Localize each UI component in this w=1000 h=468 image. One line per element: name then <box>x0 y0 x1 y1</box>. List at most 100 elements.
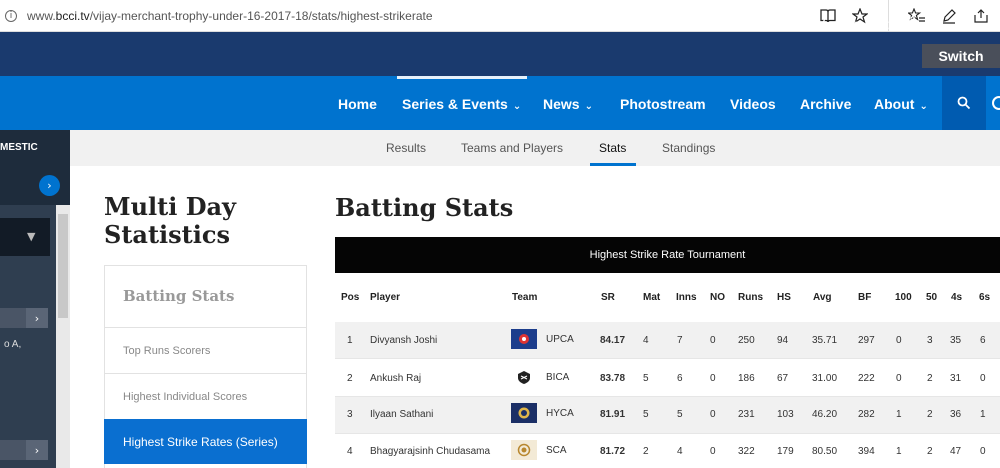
chevron-right-icon: › <box>34 311 40 325</box>
cell-100: 0 <box>896 335 902 346</box>
col-bf[interactable]: BF <box>858 292 871 303</box>
nav-archive[interactable]: Archive <box>800 96 851 112</box>
col-mat[interactable]: Mat <box>643 292 660 303</box>
cell-100: 0 <box>896 373 902 384</box>
team-logo-icon <box>511 440 537 460</box>
sidebar-item-arrow[interactable]: › <box>26 440 48 460</box>
cell-avg: 31.00 <box>812 373 838 384</box>
col-sr[interactable]: SR <box>601 292 615 303</box>
col-4s[interactable]: 4s <box>951 292 962 303</box>
notes-pen-icon[interactable] <box>933 0 965 32</box>
cell-runs: 186 <box>738 373 755 384</box>
sidebar-scrollbar-thumb[interactable] <box>58 214 68 318</box>
cell-team: SCA <box>546 445 567 456</box>
table-banner: Highest Strike Rate Tournament <box>335 237 1000 273</box>
tab-stats[interactable]: Stats <box>599 141 626 155</box>
cell-6s: 0 <box>980 373 986 384</box>
cell-4s: 47 <box>950 446 962 457</box>
cell-50: 3 <box>927 335 933 346</box>
cell-no: 0 <box>710 373 716 384</box>
side-link-highest-scores[interactable]: Highest Individual Scores <box>123 391 247 403</box>
cell-mat: 4 <box>643 335 649 346</box>
col-runs[interactable]: Runs <box>738 292 763 303</box>
cell-no: 0 <box>710 409 716 420</box>
col-player[interactable]: Player <box>370 292 400 303</box>
cell-hs: 67 <box>777 373 789 384</box>
menu-divider <box>105 327 307 328</box>
menu-divider <box>105 373 307 374</box>
cell-inns: 5 <box>677 409 683 420</box>
cell-inns: 6 <box>677 373 683 384</box>
nav-news[interactable]: News ⌄ <box>543 96 593 112</box>
cell-player[interactable]: Bhagyarajsinh Chudasama <box>370 446 490 457</box>
col-hs[interactable]: HS <box>777 292 791 303</box>
cell-pos: 3 <box>347 409 353 420</box>
sidebar-snippet: o A, <box>4 339 22 350</box>
nav-home[interactable]: Home <box>338 96 377 112</box>
team-logo-icon <box>511 367 537 387</box>
sidebar-next-button[interactable]: › <box>39 175 60 196</box>
tab-teams-and-players[interactable]: Teams and Players <box>461 141 563 155</box>
cell-6s: 1 <box>980 409 986 420</box>
cell-player[interactable]: Ilyaan Sathani <box>370 409 433 420</box>
nav-photostream[interactable]: Photostream <box>620 96 706 112</box>
col-50[interactable]: 50 <box>926 292 937 303</box>
language-name: हिंदी <box>895 17 918 33</box>
cell-avg: 80.50 <box>812 446 838 457</box>
cell-50: 2 <box>927 446 933 457</box>
nav-active-indicator <box>397 76 527 79</box>
nav-about[interactable]: About ⌄ <box>874 96 928 112</box>
cell-player[interactable]: Ankush Raj <box>370 373 421 384</box>
col-team[interactable]: Team <box>512 292 537 303</box>
cell-6s: 6 <box>980 335 986 346</box>
chevron-down-icon: ⌄ <box>584 101 593 112</box>
cell-mat: 2 <box>643 446 649 457</box>
switch-language-button[interactable]: Switch <box>922 44 1000 68</box>
sidebar-heading: MESTIC <box>0 142 38 153</box>
page-title: Multi Day Statistics <box>104 192 236 249</box>
cell-bf: 394 <box>858 446 875 457</box>
nav-videos[interactable]: Videos <box>730 96 776 112</box>
cell-hs: 103 <box>777 409 794 420</box>
cell-inns: 7 <box>677 335 683 346</box>
account-icon[interactable] <box>992 96 1000 110</box>
share-icon[interactable] <box>965 0 997 32</box>
sidebar-item-arrow[interactable]: › <box>26 308 48 328</box>
cell-avg: 46.20 <box>812 409 838 420</box>
row-divider <box>335 358 1000 359</box>
sidebar-item[interactable] <box>0 308 26 328</box>
chevron-right-icon: › <box>47 179 52 192</box>
cell-100: 1 <box>896 446 902 457</box>
tab-active-underline <box>590 163 636 166</box>
cell-hs: 94 <box>777 335 789 346</box>
side-link-top-runs[interactable]: Top Runs Scorers <box>123 345 210 357</box>
cell-6s: 0 <box>980 446 986 457</box>
cell-4s: 31 <box>950 373 962 384</box>
tab-results[interactable]: Results <box>386 141 426 155</box>
tab-standings[interactable]: Standings <box>662 141 715 155</box>
cell-player[interactable]: Divyansh Joshi <box>370 335 437 346</box>
cell-sr: 84.17 <box>600 335 626 346</box>
cell-bf: 282 <box>858 409 875 420</box>
sidebar-item[interactable] <box>0 440 26 460</box>
col-pos[interactable]: Pos <box>341 292 359 303</box>
col-avg[interactable]: Avg <box>813 292 832 303</box>
col-inns[interactable]: Inns <box>676 292 697 303</box>
cell-avg: 35.71 <box>812 335 838 346</box>
search-icon <box>957 96 971 110</box>
cell-sr: 81.72 <box>600 446 626 457</box>
side-menu-heading: Batting Stats <box>123 287 235 305</box>
language-strip <box>0 32 1000 76</box>
info-icon[interactable]: i <box>5 9 17 22</box>
cell-team: UPCA <box>546 334 574 345</box>
col-6s[interactable]: 6s <box>979 292 990 303</box>
cell-hs: 179 <box>777 446 794 457</box>
col-no[interactable]: NO <box>710 292 725 303</box>
address-url[interactable]: www.bcci.tv/vijay-merchant-trophy-under-… <box>27 9 433 23</box>
sidebar-dropdown[interactable] <box>0 218 50 256</box>
cell-runs: 231 <box>738 409 755 420</box>
nav-series-events[interactable]: Series & Events ⌄ <box>402 96 521 112</box>
nav-search-button[interactable] <box>942 76 986 130</box>
cell-team: HYCA <box>546 408 574 419</box>
col-100[interactable]: 100 <box>895 292 912 303</box>
